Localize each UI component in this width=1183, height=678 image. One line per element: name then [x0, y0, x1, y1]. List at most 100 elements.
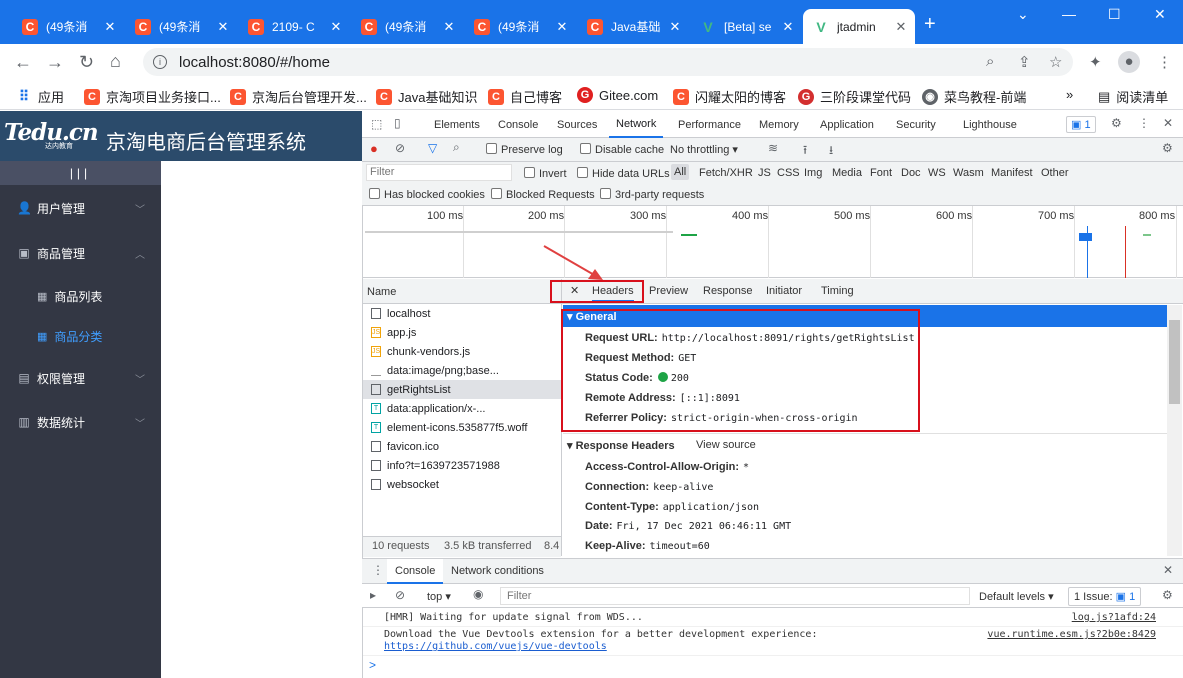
download-icon[interactable]: ⭳	[829, 141, 833, 162]
browser-tab[interactable]: V [Beta] se ✕	[690, 9, 802, 44]
address-bar[interactable]: i localhost:8080/#/home	[143, 48, 1073, 76]
bookmark-item[interactable]: C 闪耀太阳的博客	[673, 87, 786, 106]
type-filter[interactable]: Other	[1041, 167, 1069, 179]
eye-icon[interactable]: ◉	[473, 587, 483, 601]
checkbox[interactable]	[580, 143, 591, 154]
hide-data-urls-checkbox[interactable]: Hide data URLs	[577, 167, 670, 180]
close-icon[interactable]: ✕	[441, 19, 457, 35]
type-filter-all[interactable]: All	[671, 164, 690, 180]
devtools-tab[interactable]: Sources	[557, 119, 597, 131]
drawer-tab-console[interactable]: Console	[387, 559, 444, 584]
menu-statistics[interactable]: ▥ 数据统计 ﹀	[0, 400, 161, 444]
checkbox[interactable]	[524, 167, 535, 178]
more-options-icon[interactable]: ⋮	[372, 563, 384, 577]
request-row[interactable]: Telement-icons.535877f5.woff	[363, 418, 561, 437]
inspect-icon[interactable]: ⬚	[371, 117, 382, 131]
close-icon[interactable]: ✕	[1163, 563, 1173, 577]
log-levels-select[interactable]: Default levels ▾	[979, 590, 1054, 603]
type-filter[interactable]: Img	[804, 167, 822, 179]
profile-avatar[interactable]: ●	[1118, 51, 1140, 73]
close-icon[interactable]: ✕	[780, 19, 796, 35]
request-row[interactable]: localhost	[363, 304, 561, 323]
blocked-requests-checkbox[interactable]: Blocked Requests	[491, 188, 595, 201]
third-party-checkbox[interactable]: 3rd-party requests	[600, 188, 704, 201]
device-toolbar-icon[interactable]: ▯	[394, 116, 401, 130]
bookmarks-overflow-icon[interactable]: »	[1066, 87, 1073, 102]
devtools-tab[interactable]: Performance	[678, 119, 741, 131]
detail-tab[interactable]: Initiator	[766, 285, 802, 297]
info-icon[interactable]: i	[153, 55, 167, 69]
bookmark-item[interactable]: ◉ 菜鸟教程-前端	[922, 87, 1026, 106]
checkbox[interactable]	[486, 143, 497, 154]
checkbox[interactable]	[577, 167, 588, 178]
close-icon[interactable]: ✕	[554, 19, 570, 35]
type-filter[interactable]: Doc	[901, 167, 921, 179]
sidebar-toggle[interactable]: |||	[0, 161, 161, 185]
type-filter[interactable]: Wasm	[953, 167, 984, 179]
response-headers-title[interactable]: ▾ Response Headers	[567, 439, 675, 452]
clear-icon[interactable]: ⊘	[395, 588, 405, 602]
browser-tab[interactable]: C Java基础 ✕	[577, 9, 689, 44]
request-row-selected[interactable]: getRightsList	[363, 380, 561, 399]
bookmark-item[interactable]: C 自己博客	[488, 87, 562, 106]
request-row[interactable]: favicon.ico	[363, 437, 561, 456]
request-row[interactable]: Tdata:application/x-...	[363, 399, 561, 418]
request-row[interactable]: JS app.js	[363, 323, 561, 342]
sidebar-toggle-icon[interactable]: ▸	[370, 588, 376, 602]
browser-tab[interactable]: C (49条消 ✕	[464, 9, 576, 44]
throttling-select[interactable]: No throttling ▾	[670, 143, 738, 156]
disable-cache-checkbox[interactable]: Disable cache	[580, 143, 664, 156]
reading-list[interactable]: ▤ 阅读清单	[1098, 87, 1168, 106]
forward-icon[interactable]: →	[46, 52, 64, 73]
view-source-link[interactable]: View source	[696, 439, 756, 451]
minimize-icon[interactable]: —	[1062, 6, 1076, 22]
bookmark-item[interactable]: G 三阶段课堂代码	[798, 87, 911, 106]
reload-icon[interactable]: ↻	[79, 52, 94, 73]
menu-user-management[interactable]: 👤 用户管理 ﹀	[0, 186, 161, 230]
bookmark-apps[interactable]: ⠿ 应用	[16, 87, 64, 106]
close-icon[interactable]: ✕	[102, 19, 118, 35]
checkbox[interactable]	[491, 188, 502, 199]
share-icon[interactable]: ⇪	[1018, 53, 1031, 71]
request-row[interactable]: info?t=1639723571988	[363, 456, 561, 475]
type-filter[interactable]: Fetch/XHR	[699, 167, 753, 179]
devtools-tab[interactable]: Elements	[434, 119, 480, 131]
request-row[interactable]: data:image/png;base...	[363, 361, 561, 380]
preserve-log-checkbox[interactable]: Preserve log	[486, 143, 563, 156]
clear-icon[interactable]: ⊘	[395, 141, 405, 155]
wifi-icon[interactable]: ≋	[768, 141, 778, 155]
browser-tab-active[interactable]: Vjtadmin ✕	[803, 9, 915, 44]
new-tab-icon[interactable]: +	[924, 13, 936, 36]
bookmark-item[interactable]: C Java基础知识	[376, 87, 477, 106]
browser-tab[interactable]: C (49条消 ✕	[12, 9, 124, 44]
checkbox[interactable]	[369, 188, 380, 199]
submenu-goods-list[interactable]: ▦ 商品列表	[0, 276, 161, 316]
search-icon[interactable]: ⌕	[453, 140, 460, 155]
zoom-icon[interactable]: ⌕	[986, 53, 994, 70]
close-icon[interactable]: ✕	[1163, 116, 1173, 130]
scrollbar-thumb[interactable]	[1169, 320, 1180, 404]
close-icon[interactable]: ✕	[328, 19, 344, 35]
submenu-goods-category[interactable]: ▦ 商品分类	[0, 316, 161, 356]
blocked-cookies-checkbox[interactable]: Has blocked cookies	[369, 188, 485, 201]
type-filter[interactable]: Font	[870, 167, 892, 179]
type-filter[interactable]: Media	[832, 167, 862, 179]
devtools-tab-network[interactable]: Network	[609, 112, 664, 138]
invert-checkbox[interactable]: Invert	[524, 167, 567, 180]
checkbox[interactable]	[600, 188, 611, 199]
issues-button[interactable]: 1 Issue: ▣ 1	[1068, 587, 1142, 606]
browser-tab[interactable]: C 2109- C ✕	[238, 9, 350, 44]
bookmark-item[interactable]: C 京淘项目业务接口...	[84, 87, 221, 106]
browser-tab[interactable]: C (49条消 ✕	[125, 9, 237, 44]
chevron-down-icon[interactable]: ⌄	[1017, 6, 1029, 23]
back-icon[interactable]: ←	[14, 52, 32, 73]
gear-icon[interactable]: ⚙	[1162, 588, 1173, 602]
gear-icon[interactable]: ⚙	[1111, 116, 1122, 130]
type-filter[interactable]: CSS	[777, 167, 800, 179]
type-filter[interactable]: JS	[758, 167, 771, 179]
drawer-tab[interactable]: Network conditions	[451, 565, 544, 577]
menu-goods-management[interactable]: ▣ 商品管理 ︿	[0, 231, 161, 275]
record-icon[interactable]: ●	[370, 141, 378, 156]
console-url-link[interactable]: https://github.com/vuejs/vue-devtools	[384, 641, 607, 652]
close-icon[interactable]: ✕	[215, 19, 231, 35]
